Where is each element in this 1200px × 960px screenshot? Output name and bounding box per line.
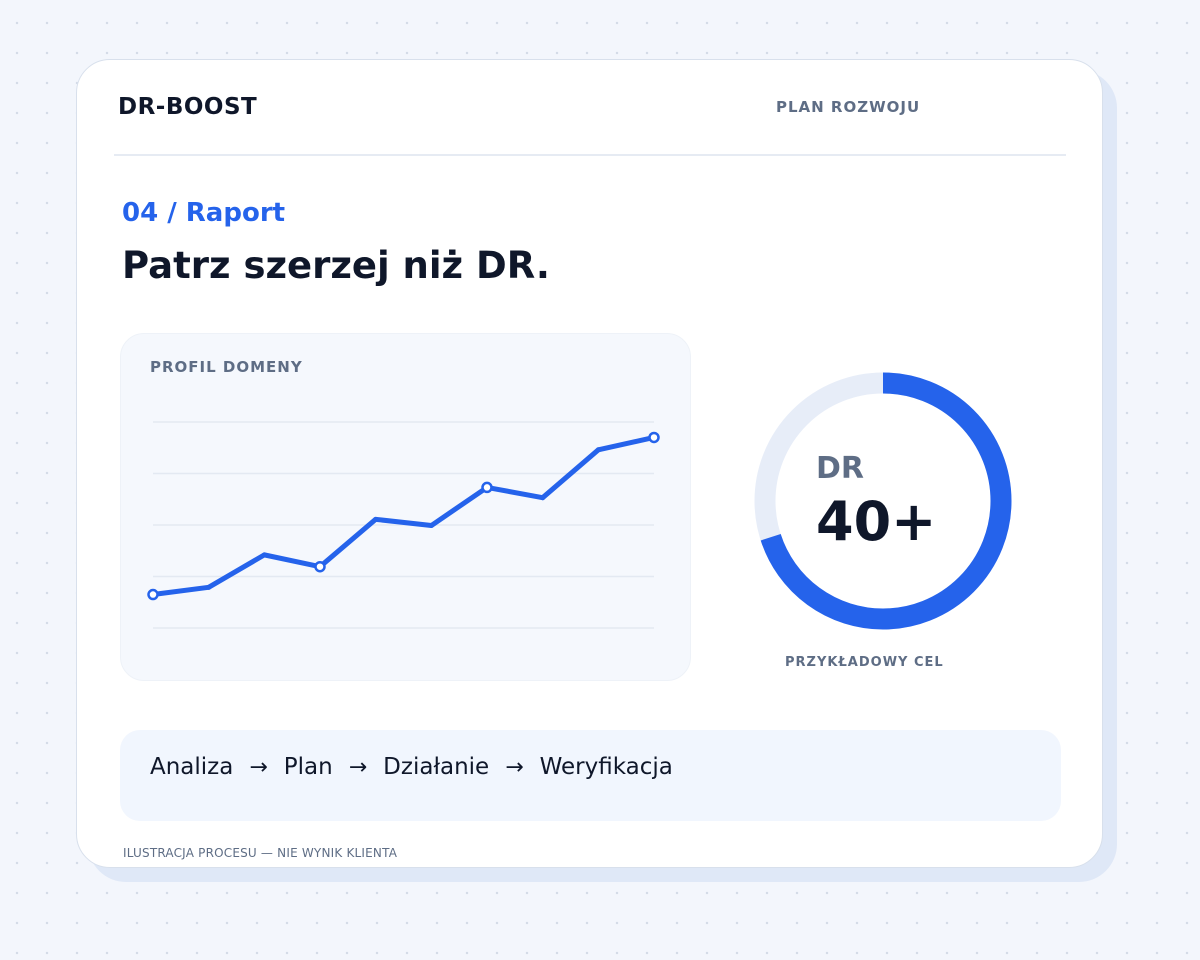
gauge-label: DR <box>816 451 865 486</box>
arrow-right-icon: → <box>249 754 268 780</box>
domain-profile-panel <box>120 333 691 681</box>
footnote: ILUSTRACJA PROCESU — NIE WYNIK KLIENTA <box>123 846 398 860</box>
process-step: Plan <box>283 754 333 780</box>
page-headline: Patrz szerzej niż DR. <box>122 244 550 287</box>
gauge-value: 40+ <box>816 490 937 553</box>
chart-title: PROFIL DOMENY <box>150 358 303 376</box>
process-step: Weryfikacja <box>539 754 673 780</box>
process-step: Analiza <box>150 754 234 780</box>
arrow-right-icon: → <box>348 754 368 780</box>
process-steps: Analiza → Plan → Działanie → Weryfikacja <box>150 754 673 780</box>
brand-logo[interactable]: DR-BOOST <box>118 94 257 120</box>
gauge-caption: PRZYKŁADOWY CEL <box>785 655 944 670</box>
section-eyebrow: 04 / Raport <box>122 198 286 228</box>
arrow-right-icon: → <box>505 754 524 780</box>
header-divider <box>114 154 1066 156</box>
process-step: Działanie <box>383 754 490 780</box>
plan-rozwoju-link[interactable]: PLAN ROZWOJU <box>776 98 920 116</box>
